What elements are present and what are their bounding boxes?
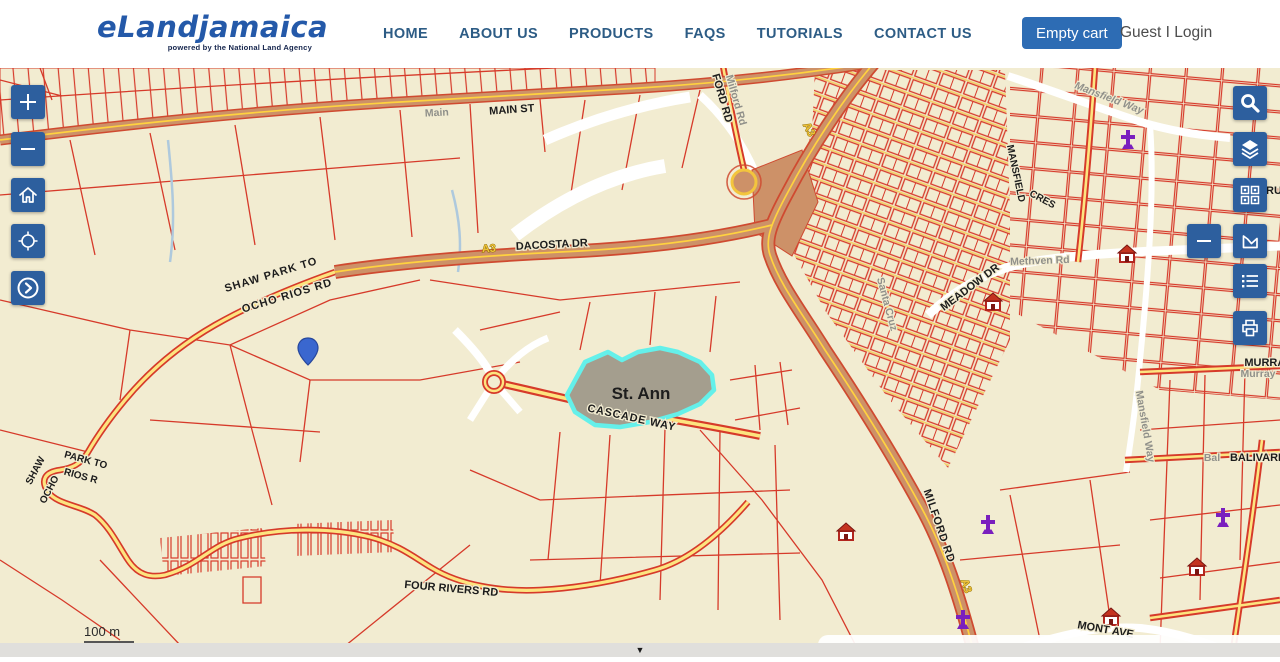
legend-button[interactable] [1233,264,1267,298]
basemap-gallery-button[interactable] [1233,178,1267,212]
road-label: BALIVARD [1230,452,1280,464]
roundabout [732,170,756,194]
layers-button[interactable] [1233,132,1267,166]
nav-item-home[interactable]: HOME [383,26,428,42]
minus-icon [17,138,39,160]
scale-bar: 100 m [84,624,134,643]
print-button[interactable] [1233,311,1267,345]
brand-logo-tagline: powered by the National Land Agency [97,43,312,52]
minus-icon [1193,230,1215,252]
bottom-panel-expander[interactable]: ▼ [0,643,1280,657]
measure-button[interactable] [1233,224,1267,258]
small-roundabout [485,373,503,391]
plus-icon [17,91,39,113]
guest-login-link[interactable]: Guest I Login [1120,24,1212,42]
nav-item-about-us[interactable]: ABOUT US [459,26,538,42]
road-label: Main [425,106,450,119]
legend-list-icon [1238,269,1262,293]
expand-panel-button[interactable] [11,271,45,305]
printer-icon [1238,316,1262,340]
nav-item-tutorials[interactable]: TUTORIALS [757,26,843,42]
locate-me-button[interactable] [11,224,45,258]
empty-cart-button[interactable]: Empty cart [1022,17,1122,49]
map-canvas[interactable]: Main MAIN ST FORD RD Milford Rd A3 DACOS… [0,68,1280,657]
nav-item-contact-us[interactable]: CONTACT US [874,26,972,42]
zoom-in-button[interactable] [11,85,45,119]
nav-item-products[interactable]: PRODUCTS [569,26,654,42]
collapse-toolbar-button[interactable] [1187,224,1221,258]
brand-logo-title: eLandjamaica [97,12,312,42]
zoom-out-button[interactable] [11,132,45,166]
arrow-right-circle-icon [16,276,40,300]
scale-label: 100 m [84,624,120,639]
chevron-down-icon: ▼ [636,645,645,655]
map-graphics: Main MAIN ST FORD RD Milford Rd A3 DACOS… [0,68,1280,657]
main-nav: HOME ABOUT US PRODUCTS FAQS TUTORIALS CO… [383,0,972,68]
road-label: RU [1266,185,1280,197]
crosshair-icon [17,230,39,252]
home-extent-button[interactable] [11,178,45,212]
basemap-grid-icon [1238,183,1262,207]
road-label: Methven Rd [1010,254,1070,268]
search-icon [1238,91,1262,115]
road-label: Murray [1240,368,1275,380]
parcel-label-st-ann: St. Ann [612,384,671,403]
brand-logo[interactable]: eLandjamaica powered by the National Lan… [97,12,312,52]
home-icon [17,184,39,206]
search-button[interactable] [1233,86,1267,120]
route-shield: A3 [482,243,497,256]
measure-polygon-icon [1238,229,1262,253]
layers-icon [1238,137,1262,161]
nav-item-faqs[interactable]: FAQS [685,26,726,42]
road-label: Bal [1204,452,1220,464]
top-navigation-bar: eLandjamaica powered by the National Lan… [0,0,1280,68]
